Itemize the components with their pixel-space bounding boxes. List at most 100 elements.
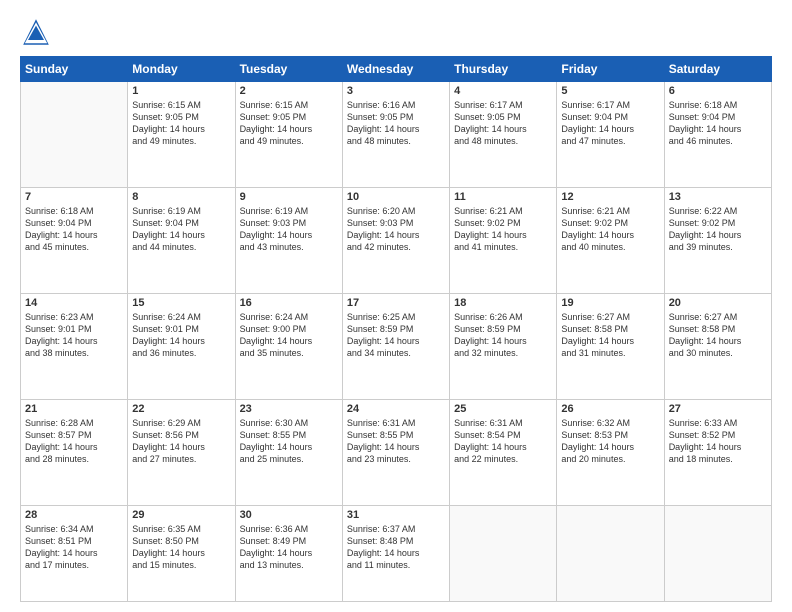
day-number: 7 bbox=[25, 191, 123, 203]
day-number: 20 bbox=[669, 297, 767, 309]
calendar-week-row: 14 Sunrise: 6:23 AM Sunset: 9:01 PM Dayli… bbox=[21, 293, 772, 399]
col-monday: Monday bbox=[128, 57, 235, 82]
cell-info: Sunrise: 6:26 AM Sunset: 8:59 PM Dayligh… bbox=[454, 311, 552, 360]
table-row bbox=[450, 505, 557, 601]
logo bbox=[20, 16, 56, 48]
table-row: 10 Sunrise: 6:20 AM Sunset: 9:03 PM Dayli… bbox=[342, 187, 449, 293]
day-number: 19 bbox=[561, 297, 659, 309]
table-row: 4Sunrise: 6:17 AM Sunset: 9:05 PM Daylig… bbox=[450, 82, 557, 188]
table-row: 1 Sunrise: 6:15 AM Sunset: 9:05 PM Daylig… bbox=[128, 82, 235, 188]
table-row: 18 Sunrise: 6:26 AM Sunset: 8:59 PM Dayli… bbox=[450, 293, 557, 399]
day-number: 31 bbox=[347, 509, 445, 521]
col-thursday: Thursday bbox=[450, 57, 557, 82]
col-tuesday: Tuesday bbox=[235, 57, 342, 82]
table-row: 25 Sunrise: 6:31 AM Sunset: 8:54 PM Dayli… bbox=[450, 399, 557, 505]
table-row: 16Sunrise: 6:24 AM Sunset: 9:00 PM Dayli… bbox=[235, 293, 342, 399]
cell-info: Sunrise: 6:34 AM Sunset: 8:51 PM Dayligh… bbox=[25, 523, 123, 572]
calendar-week-row: 28 Sunrise: 6:34 AM Sunset: 8:51 PM Dayli… bbox=[21, 505, 772, 601]
cell-info: Sunrise: 6:32 AM Sunset: 8:53 PM Dayligh… bbox=[561, 417, 659, 466]
day-number: 5 bbox=[561, 85, 659, 97]
table-row bbox=[21, 82, 128, 188]
table-row: 22 Sunrise: 6:29 AM Sunset: 8:56 PM Dayli… bbox=[128, 399, 235, 505]
table-row: 17 Sunrise: 6:25 AM Sunset: 8:59 PM Dayli… bbox=[342, 293, 449, 399]
day-number: 30 bbox=[240, 509, 338, 521]
header bbox=[20, 16, 772, 48]
table-row: 19 Sunrise: 6:27 AM Sunset: 8:58 PM Dayli… bbox=[557, 293, 664, 399]
day-number: 1 bbox=[132, 85, 230, 97]
table-row: 26Sunrise: 6:32 AM Sunset: 8:53 PM Dayli… bbox=[557, 399, 664, 505]
cell-info: Sunrise: 6:29 AM Sunset: 8:56 PM Dayligh… bbox=[132, 417, 230, 466]
day-number: 3 bbox=[347, 85, 445, 97]
cell-info: Sunrise: 6:21 AM Sunset: 9:02 PM Dayligh… bbox=[561, 205, 659, 254]
table-row bbox=[664, 505, 771, 601]
calendar-week-row: 21 Sunrise: 6:28 AM Sunset: 8:57 PM Dayli… bbox=[21, 399, 772, 505]
table-row: 30Sunrise: 6:36 AM Sunset: 8:49 PM Dayli… bbox=[235, 505, 342, 601]
day-number: 21 bbox=[25, 403, 123, 415]
cell-info: Sunrise: 6:21 AM Sunset: 9:02 PM Dayligh… bbox=[454, 205, 552, 254]
table-row: 31 Sunrise: 6:37 AM Sunset: 8:48 PM Dayli… bbox=[342, 505, 449, 601]
cell-info: Sunrise: 6:23 AM Sunset: 9:01 PM Dayligh… bbox=[25, 311, 123, 360]
cell-info: Sunrise: 6:18 AM Sunset: 9:04 PM Dayligh… bbox=[669, 99, 767, 148]
table-row: 6 Sunrise: 6:18 AM Sunset: 9:04 PM Daylig… bbox=[664, 82, 771, 188]
calendar-week-row: 1 Sunrise: 6:15 AM Sunset: 9:05 PM Daylig… bbox=[21, 82, 772, 188]
day-number: 13 bbox=[669, 191, 767, 203]
day-number: 10 bbox=[347, 191, 445, 203]
table-row: 15Sunrise: 6:24 AM Sunset: 9:01 PM Dayli… bbox=[128, 293, 235, 399]
day-number: 8 bbox=[132, 191, 230, 203]
day-number: 23 bbox=[240, 403, 338, 415]
day-number: 14 bbox=[25, 297, 123, 309]
table-row bbox=[557, 505, 664, 601]
cell-info: Sunrise: 6:31 AM Sunset: 8:54 PM Dayligh… bbox=[454, 417, 552, 466]
cell-info: Sunrise: 6:25 AM Sunset: 8:59 PM Dayligh… bbox=[347, 311, 445, 360]
calendar-table: Sunday Monday Tuesday Wednesday Thursday… bbox=[20, 56, 772, 602]
table-row: 9 Sunrise: 6:19 AM Sunset: 9:03 PM Daylig… bbox=[235, 187, 342, 293]
cell-info: Sunrise: 6:22 AM Sunset: 9:02 PM Dayligh… bbox=[669, 205, 767, 254]
cell-info: Sunrise: 6:27 AM Sunset: 8:58 PM Dayligh… bbox=[561, 311, 659, 360]
cell-info: Sunrise: 6:16 AM Sunset: 9:05 PM Dayligh… bbox=[347, 99, 445, 148]
table-row: 27 Sunrise: 6:33 AM Sunset: 8:52 PM Dayli… bbox=[664, 399, 771, 505]
cell-info: Sunrise: 6:18 AM Sunset: 9:04 PM Dayligh… bbox=[25, 205, 123, 254]
cell-info: Sunrise: 6:30 AM Sunset: 8:55 PM Dayligh… bbox=[240, 417, 338, 466]
col-friday: Friday bbox=[557, 57, 664, 82]
table-row: 29Sunrise: 6:35 AM Sunset: 8:50 PM Dayli… bbox=[128, 505, 235, 601]
table-row: 13 Sunrise: 6:22 AM Sunset: 9:02 PM Dayli… bbox=[664, 187, 771, 293]
cell-info: Sunrise: 6:17 AM Sunset: 9:04 PM Dayligh… bbox=[561, 99, 659, 148]
logo-icon bbox=[20, 16, 52, 48]
table-row: 20 Sunrise: 6:27 AM Sunset: 8:58 PM Dayli… bbox=[664, 293, 771, 399]
table-row: 3 Sunrise: 6:16 AM Sunset: 9:05 PM Daylig… bbox=[342, 82, 449, 188]
cell-info: Sunrise: 6:19 AM Sunset: 9:03 PM Dayligh… bbox=[240, 205, 338, 254]
table-row: 12Sunrise: 6:21 AM Sunset: 9:02 PM Dayli… bbox=[557, 187, 664, 293]
cell-info: Sunrise: 6:28 AM Sunset: 8:57 PM Dayligh… bbox=[25, 417, 123, 466]
cell-info: Sunrise: 6:20 AM Sunset: 9:03 PM Dayligh… bbox=[347, 205, 445, 254]
day-number: 9 bbox=[240, 191, 338, 203]
day-number: 16 bbox=[240, 297, 338, 309]
table-row: 23 Sunrise: 6:30 AM Sunset: 8:55 PM Dayli… bbox=[235, 399, 342, 505]
cell-info: Sunrise: 6:37 AM Sunset: 8:48 PM Dayligh… bbox=[347, 523, 445, 572]
day-number: 4 bbox=[454, 85, 552, 97]
day-number: 18 bbox=[454, 297, 552, 309]
day-number: 17 bbox=[347, 297, 445, 309]
table-row: 8 Sunrise: 6:19 AM Sunset: 9:04 PM Daylig… bbox=[128, 187, 235, 293]
cell-info: Sunrise: 6:33 AM Sunset: 8:52 PM Dayligh… bbox=[669, 417, 767, 466]
cell-info: Sunrise: 6:31 AM Sunset: 8:55 PM Dayligh… bbox=[347, 417, 445, 466]
day-number: 27 bbox=[669, 403, 767, 415]
day-number: 2 bbox=[240, 85, 338, 97]
day-number: 15 bbox=[132, 297, 230, 309]
day-number: 24 bbox=[347, 403, 445, 415]
cell-info: Sunrise: 6:15 AM Sunset: 9:05 PM Dayligh… bbox=[132, 99, 230, 148]
table-row: 28 Sunrise: 6:34 AM Sunset: 8:51 PM Dayli… bbox=[21, 505, 128, 601]
col-wednesday: Wednesday bbox=[342, 57, 449, 82]
col-sunday: Sunday bbox=[21, 57, 128, 82]
table-row: 5 Sunrise: 6:17 AM Sunset: 9:04 PM Daylig… bbox=[557, 82, 664, 188]
cell-info: Sunrise: 6:35 AM Sunset: 8:50 PM Dayligh… bbox=[132, 523, 230, 572]
day-number: 6 bbox=[669, 85, 767, 97]
day-number: 22 bbox=[132, 403, 230, 415]
cell-info: Sunrise: 6:27 AM Sunset: 8:58 PM Dayligh… bbox=[669, 311, 767, 360]
day-number: 25 bbox=[454, 403, 552, 415]
cell-info: Sunrise: 6:19 AM Sunset: 9:04 PM Dayligh… bbox=[132, 205, 230, 254]
table-row: 21 Sunrise: 6:28 AM Sunset: 8:57 PM Dayli… bbox=[21, 399, 128, 505]
table-row: 7 Sunrise: 6:18 AM Sunset: 9:04 PM Daylig… bbox=[21, 187, 128, 293]
day-number: 28 bbox=[25, 509, 123, 521]
table-row: 14 Sunrise: 6:23 AM Sunset: 9:01 PM Dayli… bbox=[21, 293, 128, 399]
col-saturday: Saturday bbox=[664, 57, 771, 82]
